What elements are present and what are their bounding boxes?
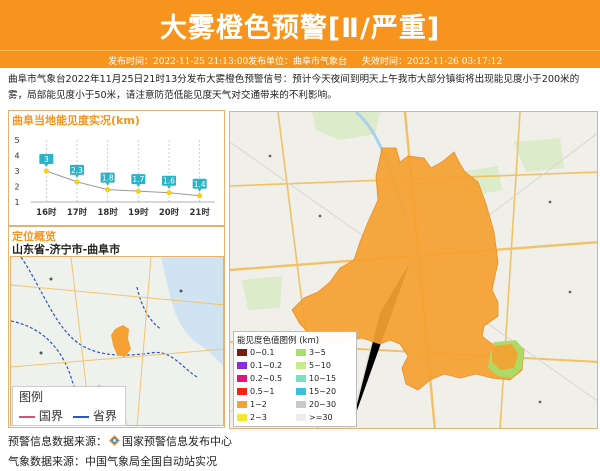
legend-swatch — [237, 349, 247, 356]
legend-item: 0.1~0.2 — [237, 361, 282, 370]
chart-data-point — [135, 188, 141, 194]
legend-swatch — [296, 349, 306, 356]
visibility-chart-svg: 1 2 3 4 5 3 2.3 1.8 1.7 1.6 1.4 16时 17时 18时 19时 20时 21时 — [14, 136, 215, 218]
overview-map-legend: 图例 国界 省界 — [12, 386, 126, 426]
chart-x-tick-label: 20时 — [159, 207, 180, 218]
legend-swatch — [296, 388, 306, 395]
legend-item: 10~15 — [296, 374, 336, 383]
legend-swatch — [237, 388, 247, 395]
legend-item: 20~30 — [296, 400, 336, 409]
visibility-chart: 1 2 3 4 5 3 2.3 1.8 1.7 1.6 1.4 16时 17时 18时 19时 20时 21时 — [11, 136, 223, 220]
legend-item: 2~3 — [237, 413, 267, 422]
chart-y-tick-label: 3 — [14, 167, 19, 176]
chart-x-tick-label: 19时 — [128, 207, 149, 218]
chart-x-tick-label: 17时 — [67, 207, 88, 218]
chart-data-label: 1.6 — [163, 177, 175, 186]
chart-y-tick-label: 1 — [14, 198, 19, 207]
legend-swatch — [296, 375, 306, 382]
warning-source-link[interactable]: 国家预警信息发布中心 — [122, 435, 232, 448]
legend-item: 3~5 — [296, 348, 326, 357]
chart-series-line — [46, 170, 200, 197]
chart-data-point — [197, 193, 203, 199]
national-border-line-icon — [19, 415, 35, 418]
chart-data-point — [74, 179, 80, 185]
chart-data-label: 1.8 — [102, 174, 114, 183]
legend-title: 能见度色值图例 (km) — [237, 336, 320, 346]
chart-data-label: 1.7 — [132, 175, 144, 184]
legend-item: 15~20 — [296, 387, 336, 396]
chart-data-point — [166, 190, 172, 196]
chart-data-label-pointer — [136, 184, 141, 188]
chart-x-tick-label: 21时 — [189, 207, 210, 218]
weather-data-source: 气象数据来源：中国气象局全国自动站实况 — [8, 455, 217, 468]
legend-swatch — [237, 362, 247, 369]
visibility-color-legend: 能见度色值图例 (km) 0~0.1 3~5 0.1~0.2 5~10 0.2~… — [233, 331, 357, 427]
chart-y-tick-label: 2 — [14, 183, 19, 192]
chart-y-tick-label: 5 — [14, 136, 19, 145]
legend-swatch — [296, 401, 306, 408]
legend-item: 0~0.1 — [237, 348, 275, 357]
chart-data-label-pointer — [75, 174, 79, 178]
legend-item: 0.2~0.5 — [237, 374, 282, 383]
province-border-line-icon — [73, 415, 89, 418]
legend-swatch — [237, 375, 247, 382]
warning-data-source: 预警信息数据来源： 国家预警信息发布中心 — [8, 435, 232, 448]
legend-item: 5~10 — [296, 361, 331, 370]
legend-swatch — [237, 401, 247, 408]
chart-x-tick-label: 18时 — [97, 207, 118, 218]
chart-data-label-pointer — [197, 188, 202, 192]
chart-data-point — [43, 168, 49, 174]
legend-item: 0.5~1 — [237, 387, 275, 396]
publisher: 发布单位：曲阜市气象台 — [248, 57, 348, 67]
warning-description: 曲阜市气象台2022年11月25日21时13分发布大雾橙色预警信号：预计今天夜间… — [8, 74, 580, 101]
legend-item-national-border: 国界 — [19, 407, 63, 424]
legend-item: 1~2 — [237, 400, 267, 409]
legend-item-province-border: 省界 — [73, 407, 117, 424]
chart-x-tick-label: 16时 — [36, 207, 57, 218]
chart-data-label: 2.3 — [71, 166, 83, 175]
chart-data-label: 3 — [44, 155, 49, 164]
expire-time: 失效时间：2022-11-26 03:17:12 — [362, 57, 503, 67]
legend-item: >=30 — [296, 413, 333, 422]
chart-data-label-pointer — [105, 182, 110, 186]
legend-swatch — [296, 362, 306, 369]
publish-time: 发布时间：2022-11-25 21:13:00 — [108, 57, 249, 67]
chart-data-label: 1.4 — [194, 180, 206, 189]
warning-center-logo-icon — [109, 435, 120, 446]
chart-data-label-pointer — [167, 185, 171, 189]
location-name: 山东省-济宁市-曲阜市 — [12, 243, 121, 256]
overview-legend-title: 图例 — [19, 390, 44, 404]
legend-swatch — [296, 414, 306, 421]
chart-data-point — [105, 187, 111, 193]
legend-swatch — [237, 414, 247, 421]
meta-bar: 发布时间：2022-11-25 21:13:00 发布单位：曲阜市气象台 失效时… — [0, 50, 600, 68]
chart-data-label-pointer — [44, 164, 49, 167]
visibility-section-title: 曲阜当地能见度实况(km) — [12, 114, 140, 127]
page-title: 大雾橙色预警[Ⅱ/严重] — [159, 13, 441, 44]
chart-y-tick-label: 4 — [14, 152, 19, 161]
